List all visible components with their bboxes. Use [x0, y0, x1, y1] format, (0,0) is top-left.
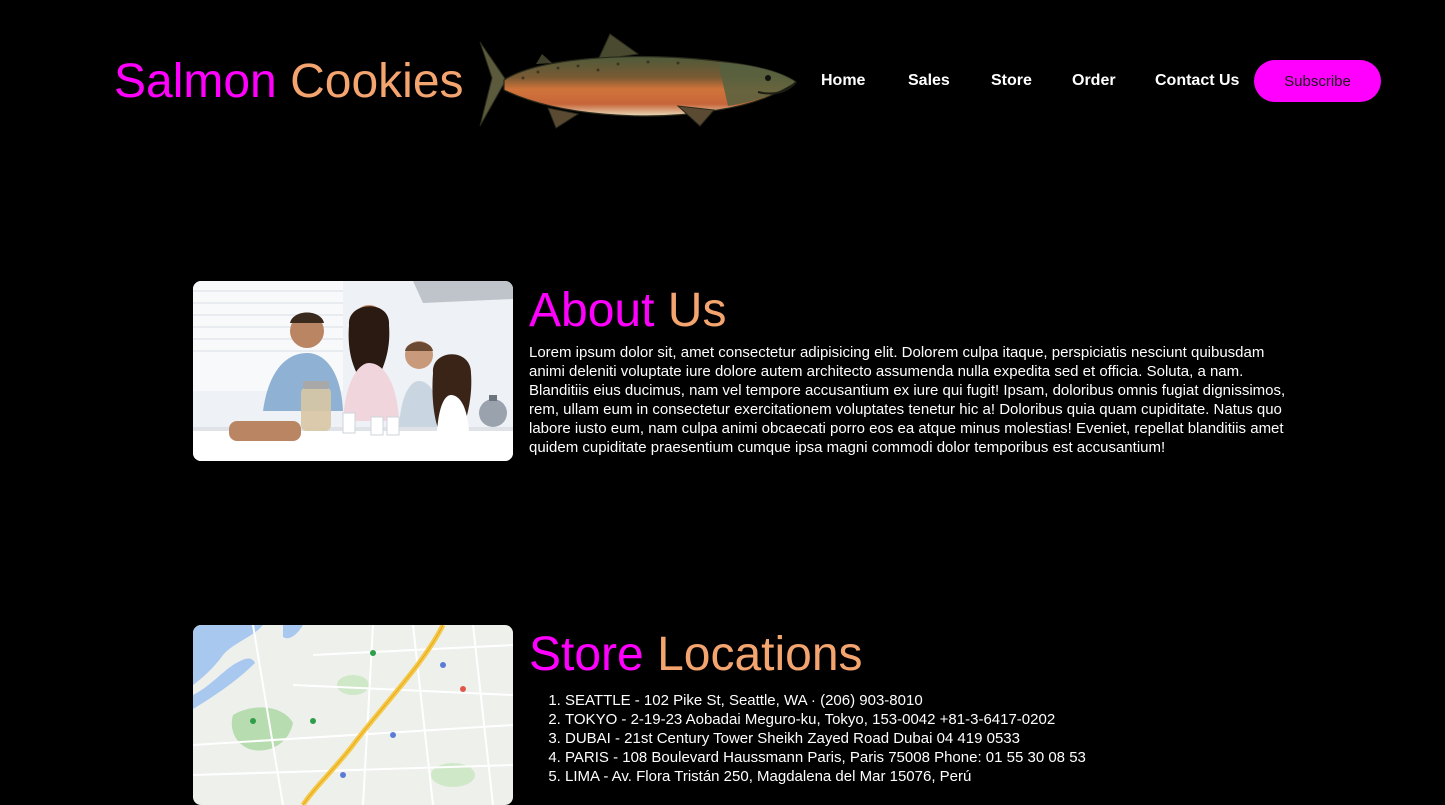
about-paragraph: Lorem ipsum dolor sit, amet consectetur …: [529, 344, 1286, 456]
site-logo-text[interactable]: Salmon Cookies: [114, 52, 464, 112]
store-locations-section: Store Locations SEATTLE - 102 Pike St, S…: [193, 625, 1293, 805]
about-title-word1: About: [529, 284, 655, 337]
subscribe-button[interactable]: Subscribe: [1254, 60, 1381, 102]
map-image: [193, 625, 513, 805]
nav-store[interactable]: Store: [991, 72, 1032, 90]
about-title: About Us: [529, 281, 1293, 341]
locations-title-word1: Store: [529, 628, 644, 681]
store-item-dubai: DUBAI - 21st Century Tower Sheikh Zayed …: [565, 729, 1293, 748]
locations-title: Store Locations: [529, 625, 1293, 685]
locations-title-word2: Locations: [657, 628, 863, 681]
about-title-word2: Us: [667, 284, 727, 337]
brand-word-cookies: Cookies: [290, 55, 464, 108]
store-item-seattle: SEATTLE - 102 Pike St, Seattle, WA · (20…: [565, 691, 1293, 710]
nav-sales[interactable]: Sales: [908, 72, 950, 90]
site-header: Salmon Cookies Home Sales Store Order Co…: [0, 0, 1445, 160]
store-item-tokyo: TOKYO - 2-19-23 Aobadai Meguro-ku, Tokyo…: [565, 710, 1293, 729]
brand-word-salmon: Salmon: [114, 55, 277, 108]
about-content: About Us Lorem ipsum dolor sit, amet con…: [529, 281, 1293, 457]
locations-content: Store Locations SEATTLE - 102 Pike St, S…: [529, 625, 1293, 786]
about-section: About Us Lorem ipsum dolor sit, amet con…: [193, 281, 1293, 481]
family-kitchen-photo: [193, 281, 513, 461]
nav-contact-us[interactable]: Contact Us: [1155, 72, 1239, 90]
store-list: SEATTLE - 102 Pike St, Seattle, WA · (20…: [529, 691, 1293, 786]
salmon-fish-image: [479, 33, 798, 129]
nav-order[interactable]: Order: [1072, 72, 1116, 90]
nav-home[interactable]: Home: [821, 72, 865, 90]
store-item-paris: PARIS - 108 Boulevard Haussmann Paris, P…: [565, 748, 1293, 767]
